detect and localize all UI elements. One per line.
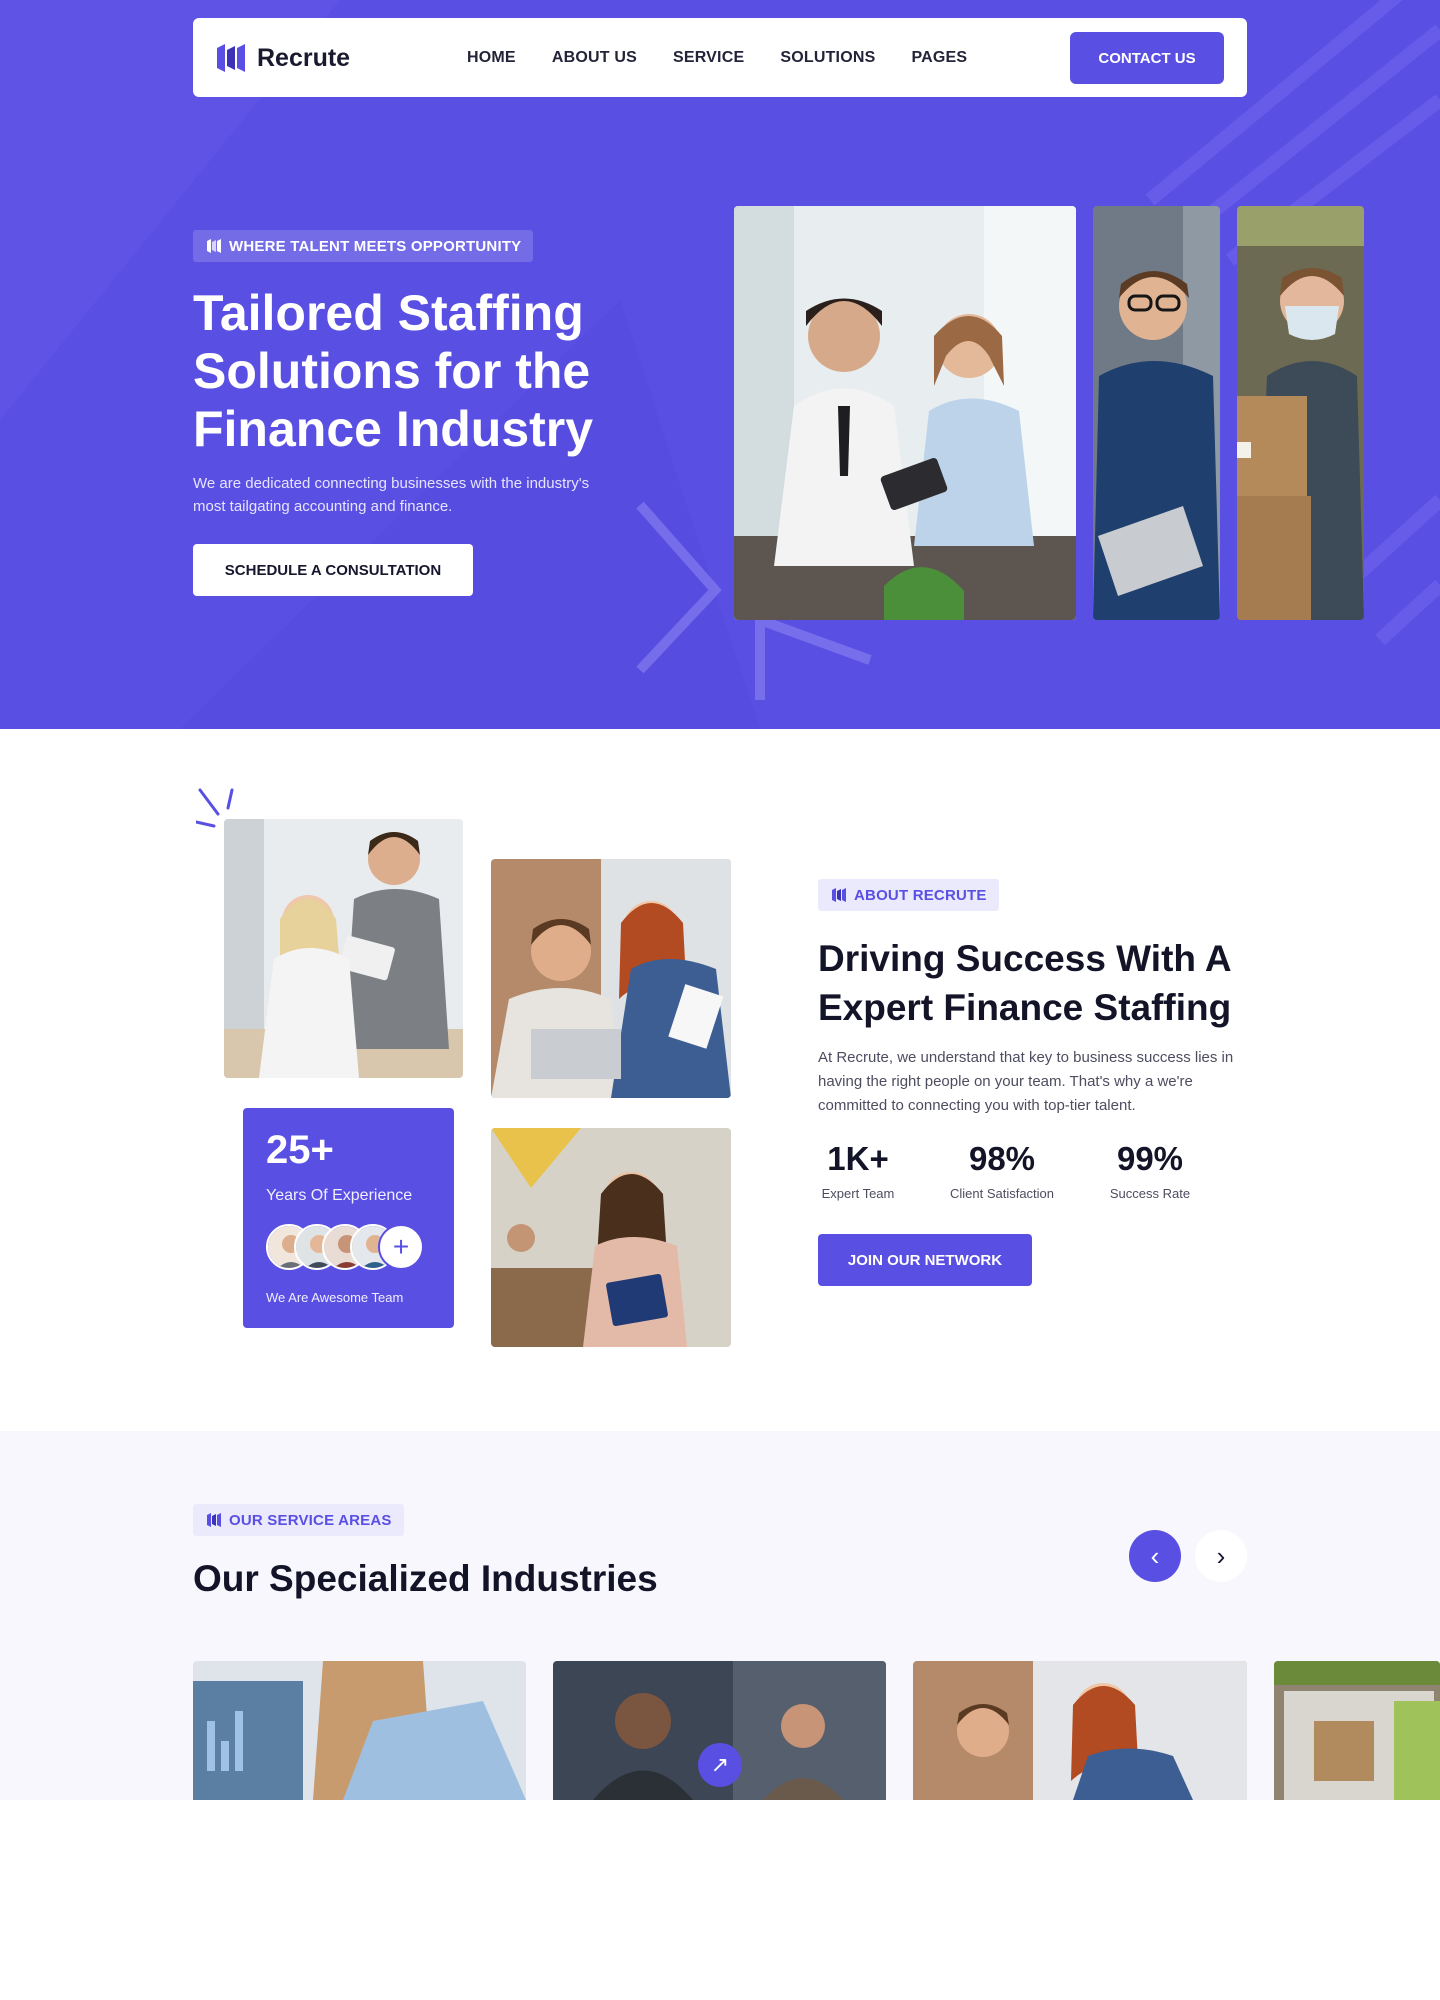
logo-icon [832,888,846,902]
brand-name: Recrute [257,43,351,72]
services-tag-label: OUR SERVICE AREAS [229,1511,392,1529]
about-photo-colleagues-laptop [491,859,731,1098]
stat-value: 98% [968,1140,1036,1177]
about-tag: ABOUT RECRUTE [818,879,999,911]
logo-icon [207,239,221,253]
logo-icon [217,44,245,72]
nav-link-solutions[interactable]: SOLUTIONS [780,49,875,67]
services-title: Our Specialized Industries [193,1558,658,1599]
carousel-next-button[interactable]: › [1195,1530,1247,1582]
nav-link-home[interactable]: HOME [467,49,516,67]
about-photo-office-tablet [224,819,463,1078]
stat-client-satisfaction: 98% Client Satisfaction [940,1140,1064,1201]
about-title: Driving Success With A Expert Finance St… [818,938,1232,1028]
contact-button[interactable]: CONTACT US [1070,32,1224,84]
industry-card[interactable] [1274,1661,1440,1800]
hero-section: Recrute HOME ABOUT US SERVICE SOLUTIONS … [0,0,1440,729]
nav-link-pages[interactable]: PAGES [911,49,967,67]
hero-photo-man-laptop [1093,206,1220,620]
hero-tag: WHERE TALENT MEETS OPPORTUNITY [193,230,534,262]
hero-description: We are dedicated connecting businesses w… [193,475,590,515]
stat-label: Client Satisfaction [949,1186,1055,1201]
hero-title: Tailored Staffing Solutions for the Fina… [193,285,594,457]
nav-link-service[interactable]: SERVICE [673,49,744,67]
page-bottom-spacer [0,1800,1440,2000]
hero-photo-business-meeting [734,206,1076,620]
experience-label: Years Of Experience [266,1187,413,1204]
logo-icon [207,1513,221,1527]
schedule-consultation-button[interactable]: SCHEDULE A CONSULTATION [193,544,473,596]
about-photo-woman-clipboard [491,1128,731,1347]
arrow-up-right-icon[interactable]: ↗ [698,1743,742,1787]
add-member-icon[interactable]: + [378,1224,424,1270]
nav-link-about[interactable]: ABOUT US [552,49,637,67]
nav-links: HOME ABOUT US SERVICE SOLUTIONS PAGES [467,18,1003,97]
team-label: We Are Awesome Team [266,1290,404,1305]
experience-value: 25+ [266,1128,334,1172]
industry-card[interactable] [193,1661,526,1800]
experience-card: 25+ Years Of Experience + We Are Awesome… [243,1108,454,1328]
hero-tag-label: WHERE TALENT MEETS OPPORTUNITY [229,237,522,255]
services-tag: OUR SERVICE AREAS [193,1504,404,1536]
navbar: Recrute HOME ABOUT US SERVICE SOLUTIONS … [193,18,1247,97]
about-tag-label: ABOUT RECRUTE [854,886,987,904]
hero-photo-delivery-man [1237,206,1364,620]
stat-expert-team: 1K+ Expert Team [818,1140,898,1201]
about-description: At Recrute, we understand that key to bu… [818,1049,1234,1114]
industry-card[interactable] [913,1661,1247,1800]
carousel-prev-button[interactable]: ‹ [1129,1530,1181,1582]
team-avatars: + [266,1224,436,1270]
stat-value: 99% [1116,1140,1184,1177]
brand-logo[interactable]: Recrute [213,38,350,78]
stat-value: 1K+ [827,1140,889,1177]
stat-label: Success Rate [1109,1186,1191,1201]
join-network-button[interactable]: JOIN OUR NETWORK [818,1234,1032,1286]
stat-success-rate: 99% Success Rate [1100,1140,1200,1201]
stat-label: Expert Team [821,1186,895,1201]
